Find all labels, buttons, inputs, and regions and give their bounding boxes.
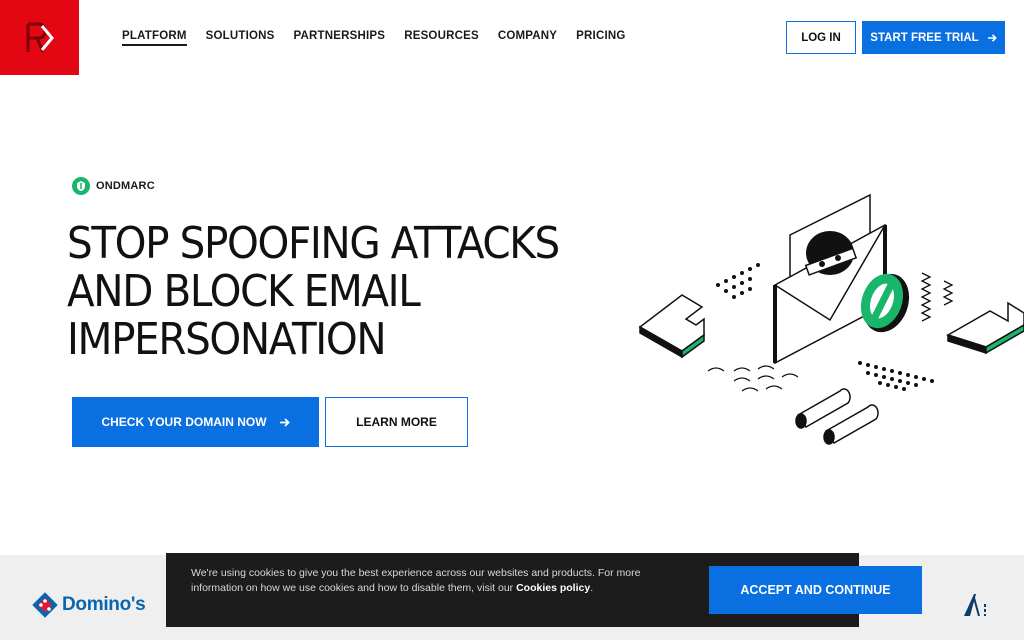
learn-more-label: LEARN MORE bbox=[356, 415, 437, 429]
accept-and-continue-label: ACCEPT AND CONTINUE bbox=[740, 583, 891, 597]
login-button-label: LOG IN bbox=[801, 31, 841, 44]
left-bracket-block bbox=[638, 294, 705, 359]
dominos-logo: Domino's bbox=[32, 592, 146, 618]
main-nav: PLATFORM SOLUTIONS PARTNERSHIPS RESOURCE… bbox=[122, 30, 626, 46]
logo-mark-icon bbox=[26, 22, 54, 53]
nav-pricing[interactable]: PRICING bbox=[576, 30, 625, 46]
cookie-message-end: . bbox=[590, 582, 594, 594]
nav-platform[interactable]: PLATFORM bbox=[122, 30, 187, 46]
ondmarc-shield-icon bbox=[72, 177, 90, 195]
nav-partnerships[interactable]: PARTNERSHIPS bbox=[294, 30, 386, 46]
nav-resources[interactable]: RESOURCES bbox=[404, 30, 479, 46]
site-header: PLATFORM SOLUTIONS PARTNERSHIPS RESOURCE… bbox=[0, 0, 1024, 75]
cookie-message: We're using cookies to give you the best… bbox=[191, 566, 681, 596]
start-free-trial-button[interactable]: START FREE TRIAL bbox=[862, 21, 1005, 54]
right-bracket-block bbox=[946, 301, 1024, 355]
spoofing-envelope-illustration bbox=[638, 193, 1024, 445]
dots-top-left bbox=[716, 263, 760, 299]
dominos-wordmark: Domino's bbox=[62, 594, 146, 615]
cookies-policy-link[interactable]: Cookies policy bbox=[516, 582, 590, 594]
red-sift-logo[interactable] bbox=[0, 0, 79, 75]
product-name: ONDMARC bbox=[96, 180, 155, 192]
learn-more-button[interactable]: LEARN MORE bbox=[325, 397, 468, 447]
dominos-domino-icon bbox=[32, 592, 58, 618]
arrow-right-icon bbox=[279, 417, 290, 427]
envelope bbox=[773, 193, 887, 365]
cylinders bbox=[795, 388, 879, 445]
hero-title-line: AND BLOCK EMAIL bbox=[67, 266, 421, 317]
login-button[interactable]: LOG IN bbox=[786, 21, 856, 54]
partner-logo-icon bbox=[964, 594, 986, 616]
nav-company[interactable]: COMPANY bbox=[498, 30, 557, 46]
check-domain-label: CHECK YOUR DOMAIN NOW bbox=[101, 415, 267, 429]
arrow-right-icon bbox=[987, 33, 997, 42]
accept-and-continue-button[interactable]: ACCEPT AND CONTINUE bbox=[709, 566, 922, 614]
zigzag-lines bbox=[920, 272, 954, 322]
hero-title-line: STOP SPOOFING ATTACKS bbox=[67, 218, 560, 269]
start-free-trial-label: START FREE TRIAL bbox=[870, 31, 979, 44]
nav-solutions[interactable]: SOLUTIONS bbox=[206, 30, 275, 46]
hero-title: STOP SPOOFING ATTACKS AND BLOCK EMAIL IM… bbox=[67, 220, 591, 364]
check-domain-button[interactable]: CHECK YOUR DOMAIN NOW bbox=[72, 397, 319, 447]
hero-title-line: IMPERSONATION bbox=[67, 314, 387, 365]
wave-arcs bbox=[707, 365, 799, 392]
product-badge: ONDMARC bbox=[72, 177, 155, 195]
dots-bottom-right bbox=[858, 361, 934, 391]
